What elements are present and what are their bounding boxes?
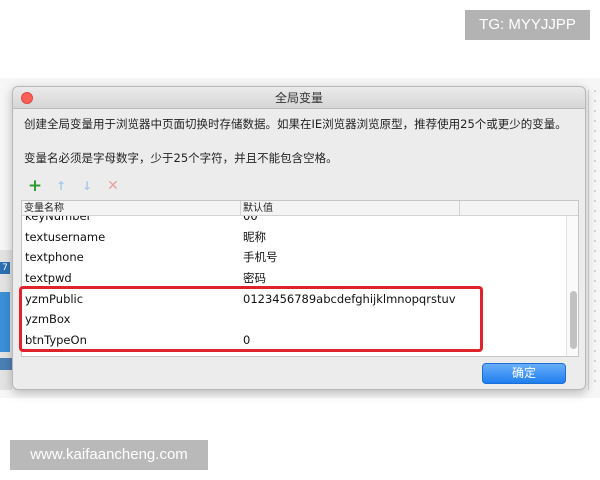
table-body: keyNumber 00 textusername 昵称 textphone 手…: [22, 216, 566, 356]
table-row[interactable]: yzmBox: [22, 309, 566, 330]
background-left-badge: 7: [0, 262, 10, 274]
site-watermark: www.kaifaancheng.com: [10, 440, 208, 470]
table-scrollbar[interactable]: [566, 216, 578, 356]
screenshot-stage: 7 TG: MYYJJPP www.kaifaancheng.com 全局变量 …: [0, 0, 600, 480]
dialog-naming-rule: 变量名必须是字母数字，少于25个字符，并且不能包含空格。: [24, 151, 338, 165]
variable-toolbar: + ↑ ↓ ✕: [27, 178, 121, 195]
column-header-value[interactable]: 默认值: [241, 201, 460, 216]
variable-default-value: 00: [243, 216, 258, 223]
variable-name: textpwd: [25, 270, 72, 285]
variable-default-value: 0123456789abcdefghijklmnopqrstuv: [243, 291, 456, 306]
variable-name: btnTypeOn: [25, 333, 87, 347]
table-row[interactable]: textusername 昵称: [22, 227, 566, 248]
variable-default-value: 昵称: [243, 229, 266, 244]
dialog-title: 全局变量: [274, 91, 323, 105]
variable-default-value: [243, 309, 561, 330]
add-icon[interactable]: +: [27, 178, 43, 195]
variable-name: yzmBox: [25, 312, 71, 327]
column-header-name[interactable]: 变量名称: [22, 201, 241, 216]
variable-default-value: 手机号: [243, 250, 278, 265]
table-header: 变量名称 默认值: [22, 201, 578, 216]
move-up-icon[interactable]: ↑: [53, 178, 69, 194]
variables-table: 变量名称 默认值 keyNumber 00 textusername 昵称 te…: [21, 200, 579, 357]
variable-name: yzmPublic: [25, 291, 84, 306]
background-left-widget: [0, 292, 10, 352]
table-row[interactable]: textpwd 密码: [22, 268, 566, 289]
table-row[interactable]: textphone 手机号: [22, 247, 566, 268]
variable-name: keyNumber: [25, 216, 92, 223]
ok-button[interactable]: 确定: [482, 363, 566, 384]
variable-name: textusername: [25, 229, 106, 244]
dialog-description: 创建全局变量用于浏览器中页面切换时存储数据。如果在IE浏览器浏览原型，推荐使用2…: [24, 117, 567, 131]
background-left-item: [0, 358, 12, 370]
delete-icon[interactable]: ✕: [105, 178, 121, 194]
column-header-empty: [460, 201, 566, 216]
variable-default-value: 密码: [243, 270, 266, 285]
table-row[interactable]: keyNumber 00: [22, 216, 566, 227]
global-variables-dialog: 全局变量 创建全局变量用于浏览器中页面切换时存储数据。如果在IE浏览器浏览原型，…: [12, 86, 586, 390]
table-row[interactable]: btnTypeOn 0: [22, 330, 566, 351]
move-down-icon[interactable]: ↓: [79, 178, 95, 194]
tg-watermark: TG: MYYJJPP: [465, 10, 590, 40]
background-divider: [588, 90, 589, 390]
variable-name: textphone: [25, 250, 84, 265]
table-row[interactable]: yzmPublic 0123456789abcdefghijklmnopqrst…: [22, 289, 566, 310]
variable-default-value: 0: [243, 333, 251, 347]
scrollbar-thumb[interactable]: [570, 291, 577, 349]
dialog-titlebar: 全局变量: [13, 87, 585, 109]
